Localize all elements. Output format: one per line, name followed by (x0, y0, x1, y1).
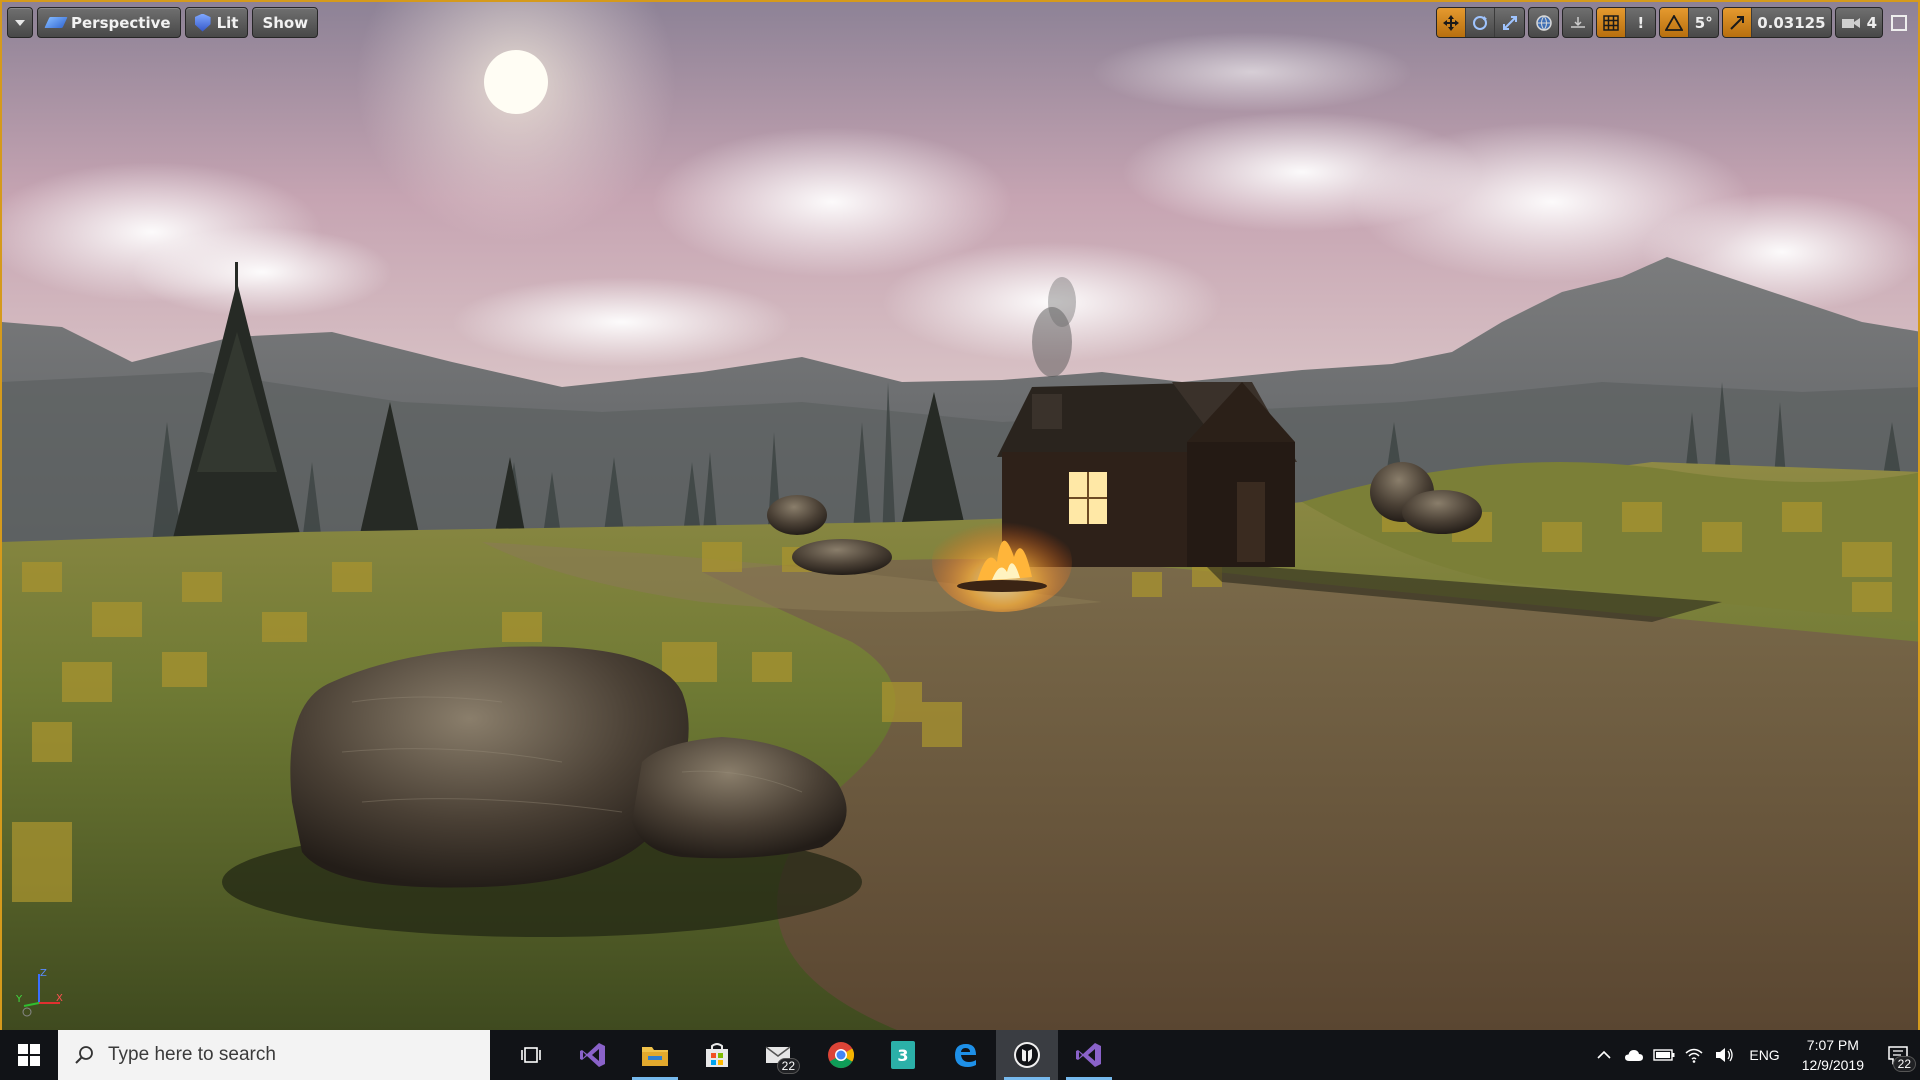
rotation-snap-value[interactable]: 5° (1689, 8, 1718, 37)
lit-mode-icon (194, 13, 211, 32)
cloud-icon (1625, 1050, 1644, 1061)
perspective-icon (44, 17, 68, 28)
microsoft-store-icon (706, 1043, 728, 1067)
visual-studio-button[interactable] (562, 1030, 624, 1080)
grid-icon (1603, 14, 1619, 31)
taskbar-clock[interactable]: 7:07 PM 12/9/2019 (1790, 1035, 1876, 1075)
maximize-viewport-button[interactable] (1886, 7, 1912, 38)
move-icon (1443, 14, 1460, 31)
show-button[interactable]: Show (252, 7, 319, 38)
show-label: Show (262, 13, 309, 32)
clock-time: 7:07 PM (1806, 1037, 1859, 1053)
taskbar-apps: 22 3 (500, 1030, 1120, 1080)
axis-y-label: Y (15, 994, 23, 1005)
visual-studio-2-button[interactable] (1058, 1030, 1120, 1080)
windows-logo-icon (18, 1044, 40, 1066)
visual-studio-icon (580, 1043, 605, 1067)
lit-button[interactable]: Lit (184, 7, 249, 38)
grid-snap-toggle[interactable] (1597, 8, 1627, 37)
app-3-button[interactable]: 3 (872, 1030, 934, 1080)
viewport-options-dropdown[interactable] (7, 7, 33, 38)
world-coordinates-button[interactable] (1529, 8, 1558, 37)
microsoft-store-button[interactable] (686, 1030, 748, 1080)
edge-button[interactable] (934, 1030, 996, 1080)
unreal-engine-button[interactable] (996, 1030, 1058, 1080)
battery-icon (1653, 1049, 1675, 1061)
clock-date: 12/9/2019 (1801, 1057, 1864, 1073)
axis-z-label: Z (40, 968, 47, 979)
chevron-down-icon (15, 19, 25, 26)
network-button[interactable] (1679, 1030, 1709, 1080)
rotation-snap-toggle[interactable] (1660, 8, 1690, 37)
file-explorer-button[interactable] (624, 1030, 686, 1080)
mail-button[interactable]: 22 (748, 1030, 810, 1080)
camera-speed-count: 4 (1866, 13, 1877, 32)
camera-speed-button[interactable]: 4 (1836, 8, 1882, 37)
mail-badge: 22 (776, 1058, 800, 1074)
visual-studio-2-icon (1076, 1043, 1101, 1067)
viewport-toolbar-right: ! 5° 0.03125 4 (1436, 7, 1912, 38)
surface-snap-icon (1570, 16, 1585, 28)
chevron-up-icon (1597, 1050, 1611, 1059)
search-placeholder: Type here to search (108, 1044, 276, 1065)
edge-icon (955, 1044, 976, 1067)
perspective-button[interactable]: Perspective (37, 7, 181, 38)
grid-snap-value[interactable]: ! (1626, 8, 1655, 37)
surface-snap-group (1562, 7, 1594, 38)
scale-mode-button[interactable] (1495, 8, 1524, 37)
scale-snap-toggle[interactable] (1723, 8, 1753, 37)
surface-snapping-button[interactable] (1563, 8, 1592, 37)
chrome-button[interactable] (810, 1030, 872, 1080)
start-button[interactable] (0, 1030, 58, 1080)
perspective-label: Perspective (71, 13, 171, 32)
angle-icon (1665, 14, 1684, 31)
viewport-toolbar-left: Perspective Lit Show (7, 7, 319, 38)
rotation-snap-group: 5° (1659, 7, 1720, 38)
scale-snap-value[interactable]: 0.03125 (1752, 8, 1830, 37)
speaker-icon (1716, 1048, 1734, 1062)
file-explorer-icon (642, 1047, 668, 1066)
transform-mode-group (1436, 7, 1526, 38)
battery-button[interactable] (1649, 1030, 1679, 1080)
svg-text:3: 3 (897, 1046, 908, 1065)
maximize-icon (1891, 14, 1907, 31)
wifi-icon (1685, 1048, 1703, 1063)
scene-render (2, 2, 1918, 1030)
system-tray: ENG 7:07 PM 12/9/2019 22 (1589, 1030, 1920, 1080)
scale-snap-icon (1730, 15, 1745, 30)
axis-x-label: X (56, 993, 63, 1004)
level-viewport[interactable]: Perspective Lit Show ! 5° 0.03125 4 Z X … (0, 0, 1920, 1030)
coordinate-system-group (1528, 7, 1560, 38)
grid-snap-group: ! (1596, 7, 1657, 38)
input-language[interactable]: ENG (1739, 1047, 1789, 1063)
chrome-icon (828, 1042, 855, 1069)
camera-speed-group: 0.03125 (1722, 7, 1832, 38)
unreal-engine-icon (1014, 1042, 1040, 1068)
taskbar-search-box[interactable]: Type here to search (58, 1030, 490, 1080)
camera-speed-setting-group: 4 (1834, 7, 1883, 38)
task-view-button[interactable] (500, 1030, 562, 1080)
axis-gizmo: Z X Y (15, 968, 63, 1017)
onedrive-button[interactable] (1619, 1030, 1649, 1080)
rotate-mode-button[interactable] (1466, 8, 1496, 37)
action-center-button[interactable]: 22 (1876, 1030, 1920, 1080)
globe-icon (1535, 14, 1552, 31)
volume-button[interactable] (1709, 1030, 1739, 1080)
task-view-icon (521, 1047, 541, 1063)
windows-taskbar: Type here to search 22 3 ENG 7:07 PM 12/… (0, 1030, 1920, 1080)
lit-label: Lit (216, 13, 239, 32)
scale-icon (1502, 15, 1517, 30)
rotate-icon (1473, 15, 1488, 30)
camera-icon (1841, 17, 1860, 28)
notification-badge: 22 (1892, 1056, 1916, 1072)
app-3-icon: 3 (891, 1041, 915, 1069)
show-hidden-icons-button[interactable] (1589, 1030, 1619, 1080)
translate-mode-button[interactable] (1437, 8, 1467, 37)
search-icon (75, 1046, 93, 1064)
